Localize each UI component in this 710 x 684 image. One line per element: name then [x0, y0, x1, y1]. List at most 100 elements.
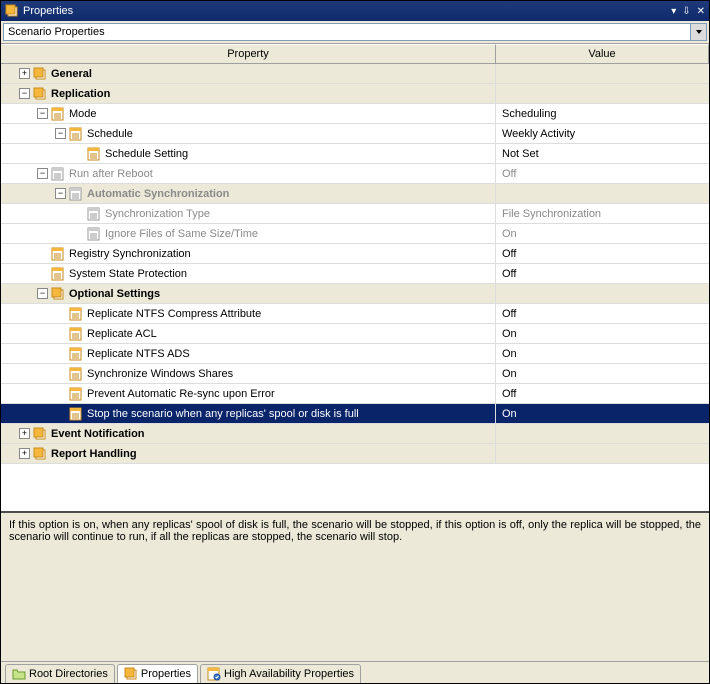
- row-mode[interactable]: − Mode Scheduling: [1, 104, 709, 124]
- label: Mode: [69, 108, 97, 120]
- tab-bar: Root Directories Properties High Availab…: [1, 661, 709, 683]
- value: On: [496, 228, 709, 240]
- value: Not Set: [496, 148, 709, 160]
- folder-icon: [12, 667, 26, 681]
- label: System State Protection: [69, 268, 187, 280]
- row-stop-scenario[interactable]: Stop the scenario when any replicas' spo…: [1, 404, 709, 424]
- doc-icon: [87, 147, 101, 161]
- expander-plus-icon[interactable]: +: [19, 448, 30, 459]
- label: Stop the scenario when any replicas' spo…: [87, 408, 359, 420]
- properties-icon: [124, 667, 138, 681]
- label: Replication: [51, 88, 110, 100]
- column-headers: Property Value: [1, 44, 709, 64]
- stack-icon: [33, 67, 47, 81]
- label: Registry Synchronization: [69, 248, 191, 260]
- tab-root-directories[interactable]: Root Directories: [5, 664, 115, 683]
- value: Off: [496, 168, 709, 180]
- dropdown-icon[interactable]: ▾: [671, 6, 676, 17]
- ha-icon: [207, 667, 221, 681]
- doc-disabled-icon: [87, 227, 101, 241]
- row-sync-type[interactable]: Synchronization Type File Synchronizatio…: [1, 204, 709, 224]
- doc-icon: [69, 407, 83, 421]
- label: Optional Settings: [69, 288, 160, 300]
- doc-icon: [69, 387, 83, 401]
- doc-icon: [51, 267, 65, 281]
- tab-ha-properties[interactable]: High Availability Properties: [200, 664, 361, 683]
- row-schedule[interactable]: − Schedule Weekly Activity: [1, 124, 709, 144]
- stack-icon: [33, 427, 47, 441]
- expander-plus-icon[interactable]: +: [19, 68, 30, 79]
- row-replicate-ntfs[interactable]: Replicate NTFS Compress Attribute Off: [1, 304, 709, 324]
- value: Off: [496, 268, 709, 280]
- label: Report Handling: [51, 448, 137, 460]
- expander-minus-icon[interactable]: −: [37, 168, 48, 179]
- property-tree[interactable]: +General −Replication −Mode Scheduling −…: [1, 64, 709, 511]
- label: Synchronize Windows Shares: [87, 368, 233, 380]
- value: On: [496, 368, 709, 380]
- close-icon[interactable]: ✕: [697, 6, 705, 17]
- tab-properties[interactable]: Properties: [117, 664, 198, 683]
- value: On: [496, 328, 709, 340]
- titlebar: Properties ▾ ⇩ ✕: [1, 1, 709, 21]
- properties-icon: [5, 4, 19, 18]
- label: Replicate ACL: [87, 328, 157, 340]
- stack-icon: [33, 447, 47, 461]
- tab-label: Properties: [141, 668, 191, 680]
- value: File Synchronization: [496, 208, 709, 220]
- row-prevent-resync[interactable]: Prevent Automatic Re-sync upon Error Off: [1, 384, 709, 404]
- doc-icon: [69, 127, 83, 141]
- pin-icon[interactable]: ⇩: [682, 6, 690, 17]
- value: Scheduling: [496, 108, 709, 120]
- row-automatic-sync[interactable]: − Automatic Synchronization: [1, 184, 709, 204]
- value: Weekly Activity: [496, 128, 709, 140]
- tab-label: High Availability Properties: [224, 668, 354, 680]
- expander-minus-icon[interactable]: −: [37, 288, 48, 299]
- description-panel: If this option is on, when any replicas'…: [1, 511, 709, 661]
- stack-disabled-icon: [69, 187, 83, 201]
- row-replication[interactable]: − Replication: [1, 84, 709, 104]
- row-run-after-reboot[interactable]: − Run after Reboot Off: [1, 164, 709, 184]
- value: On: [496, 408, 709, 420]
- value: On: [496, 348, 709, 360]
- label: Automatic Synchronization: [87, 188, 229, 200]
- label: General: [51, 68, 92, 80]
- scenario-combo-button[interactable]: [691, 23, 707, 41]
- label: Synchronization Type: [105, 208, 210, 220]
- row-schedule-setting[interactable]: Schedule Setting Not Set: [1, 144, 709, 164]
- doc-icon: [69, 307, 83, 321]
- row-ignore-files[interactable]: Ignore Files of Same Size/Time On: [1, 224, 709, 244]
- scenario-combo-value: Scenario Properties: [8, 26, 105, 38]
- stack-icon: [33, 87, 47, 101]
- stack-icon: [51, 287, 65, 301]
- scenario-combo[interactable]: Scenario Properties: [3, 23, 691, 41]
- label: Prevent Automatic Re-sync upon Error: [87, 388, 275, 400]
- label: Run after Reboot: [69, 168, 153, 180]
- expander-minus-icon[interactable]: −: [55, 188, 66, 199]
- row-general[interactable]: + General: [1, 64, 709, 84]
- doc-icon: [69, 367, 83, 381]
- label: Schedule: [87, 128, 133, 140]
- doc-icon: [51, 107, 65, 121]
- tab-label: Root Directories: [29, 668, 108, 680]
- expander-minus-icon[interactable]: −: [37, 108, 48, 119]
- row-replicate-acl[interactable]: Replicate ACL On: [1, 324, 709, 344]
- row-replicate-ads[interactable]: Replicate NTFS ADS On: [1, 344, 709, 364]
- scenario-dropdown-row: Scenario Properties: [1, 21, 709, 44]
- description-text: If this option is on, when any replicas'…: [9, 519, 701, 543]
- value: Off: [496, 248, 709, 260]
- doc-icon: [69, 327, 83, 341]
- row-system-state[interactable]: System State Protection Off: [1, 264, 709, 284]
- row-registry-sync[interactable]: Registry Synchronization Off: [1, 244, 709, 264]
- doc-disabled-icon: [87, 207, 101, 221]
- doc-icon: [51, 247, 65, 261]
- expander-minus-icon[interactable]: −: [55, 128, 66, 139]
- row-optional-settings[interactable]: − Optional Settings: [1, 284, 709, 304]
- row-sync-shares[interactable]: Synchronize Windows Shares On: [1, 364, 709, 384]
- expander-plus-icon[interactable]: +: [19, 428, 30, 439]
- header-value[interactable]: Value: [496, 44, 709, 63]
- doc-icon: [69, 347, 83, 361]
- row-report-handling[interactable]: + Report Handling: [1, 444, 709, 464]
- expander-minus-icon[interactable]: −: [19, 88, 30, 99]
- row-event-notification[interactable]: +Event Notification: [1, 424, 709, 444]
- header-property[interactable]: Property: [1, 44, 496, 63]
